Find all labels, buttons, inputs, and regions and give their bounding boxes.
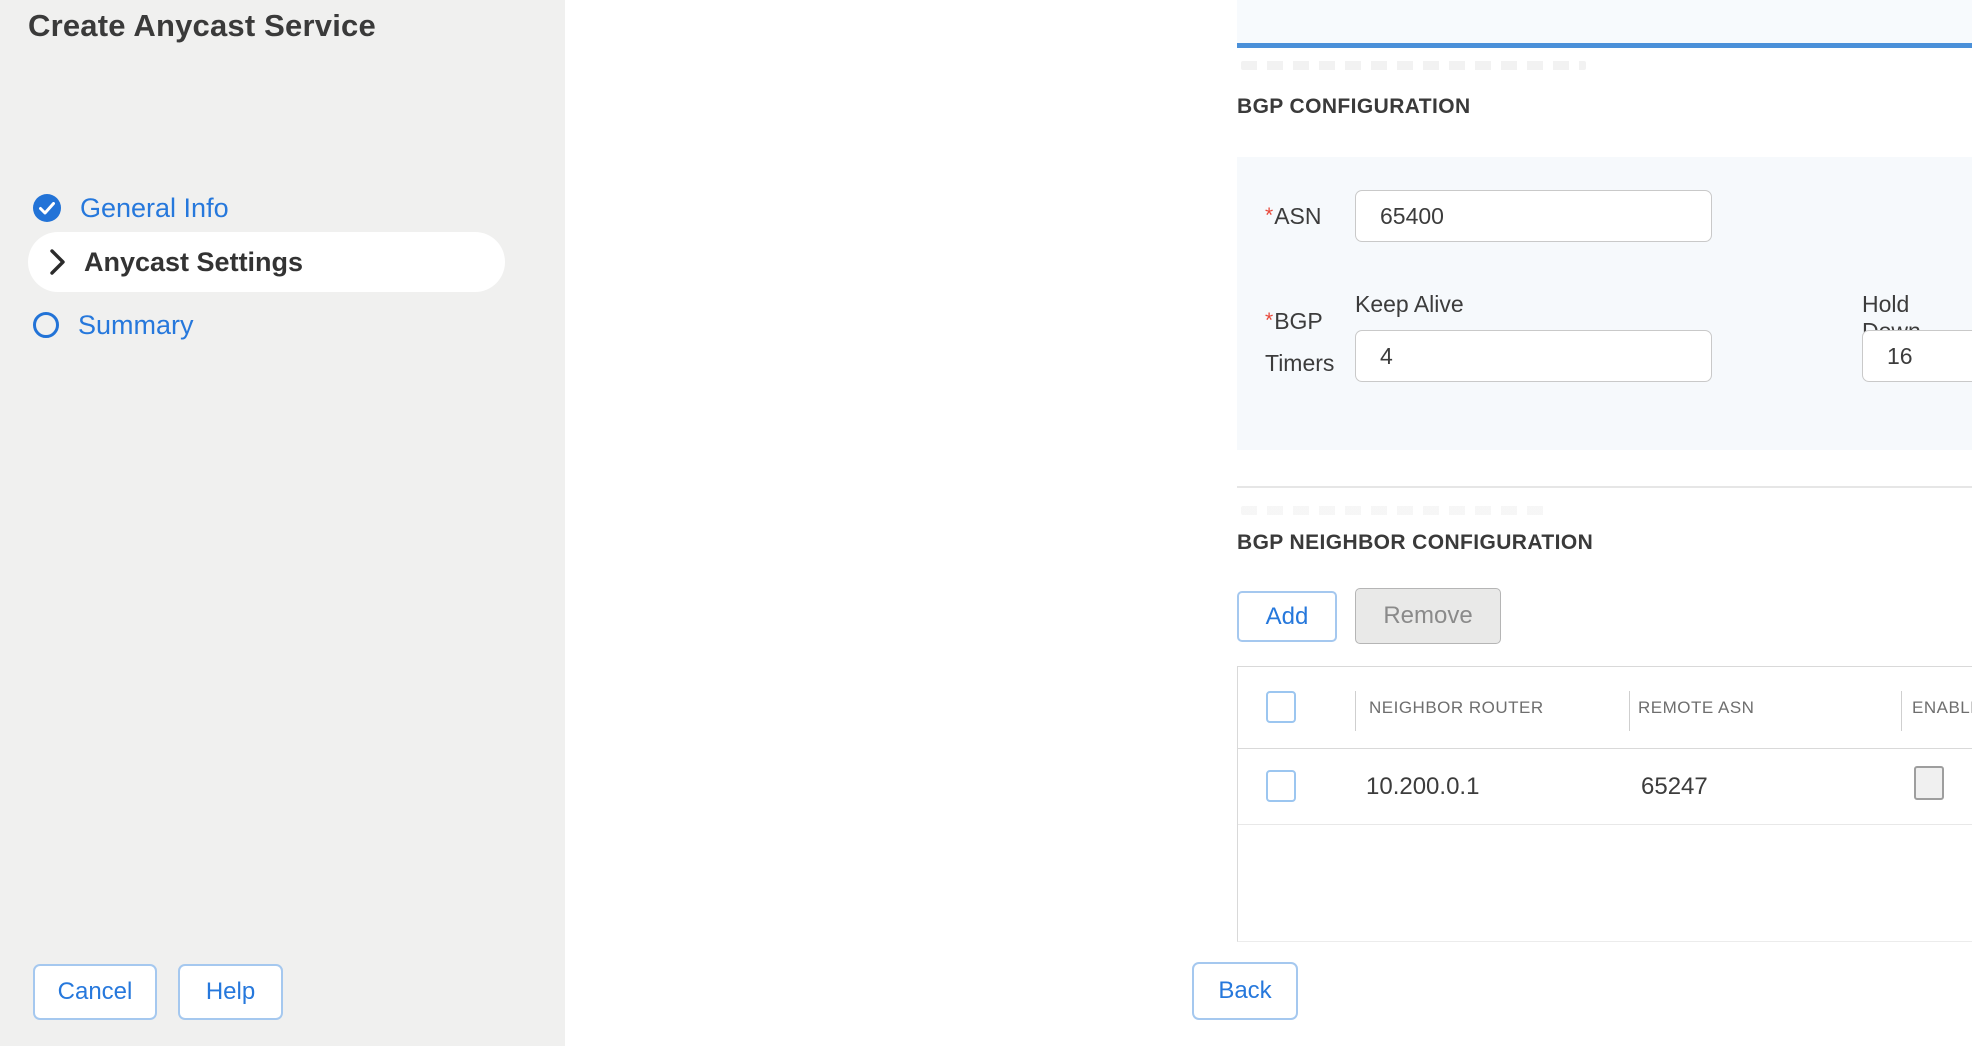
create-anycast-service-dialog: Create Anycast Service General Info Anyc… [0, 0, 1972, 1046]
column-separator [1629, 691, 1630, 731]
table-row: 10.200.0.1 65247 [1238, 749, 1972, 825]
remote-asn-cell: 65247 [1641, 749, 1708, 825]
step-general-info[interactable]: General Info [33, 188, 229, 228]
neighbor-router-cell: 10.200.0.1 [1366, 749, 1479, 825]
column-header-remote-asn: REMOTE ASN [1638, 667, 1754, 749]
bgp-timers-label: *BGPTimers [1265, 300, 1351, 384]
cancel-button[interactable]: Cancel [33, 964, 157, 1020]
step-label: Summary [78, 310, 194, 341]
step-complete-check-icon [33, 194, 61, 222]
ghost-text-artifact [1241, 506, 1551, 515]
table-header-row: NEIGHBOR ROUTER REMOTE ASN ENABLE MULTIH… [1238, 667, 1972, 749]
back-button[interactable]: Back [1192, 962, 1298, 1020]
enable-multihop-checkbox[interactable] [1914, 766, 1944, 800]
page-title: Create Anycast Service [28, 8, 376, 44]
section-top-blue-bar [1237, 43, 1972, 48]
ghost-text-artifact [1241, 61, 1586, 70]
bgp-neighbor-configuration-heading: BGP NEIGHBOR CONFIGURATION [1237, 531, 1593, 555]
step-summary[interactable]: Summary [33, 305, 194, 345]
column-header-enable-multihop: ENABLE MULTIHOP [1912, 667, 1972, 749]
select-all-checkbox[interactable] [1266, 691, 1296, 723]
section-divider [1237, 486, 1972, 488]
asn-label: *ASN [1265, 203, 1321, 230]
required-asterisk: * [1265, 204, 1273, 227]
anycast-settings-panel: BGP CONFIGURATION *ASN *BGPTimers Keep A… [565, 0, 1972, 1046]
keep-alive-input[interactable] [1355, 330, 1712, 382]
step-label: General Info [80, 193, 229, 224]
wizard-sidebar: Create Anycast Service General Info Anyc… [0, 0, 565, 1046]
help-button[interactable]: Help [178, 964, 283, 1020]
asn-input[interactable] [1355, 190, 1712, 242]
scrolled-section-strip [1237, 0, 1972, 43]
column-header-neighbor-router: NEIGHBOR ROUTER [1369, 667, 1544, 749]
step-pending-circle-icon [33, 312, 59, 338]
bgp-configuration-heading: BGP CONFIGURATION [1237, 95, 1471, 119]
remove-neighbor-button[interactable]: Remove [1355, 588, 1501, 644]
column-separator [1355, 691, 1356, 731]
required-asterisk: * [1265, 309, 1273, 332]
step-anycast-settings[interactable]: Anycast Settings [28, 232, 505, 292]
bgp-neighbor-table: NEIGHBOR ROUTER REMOTE ASN ENABLE MULTIH… [1237, 666, 1972, 942]
hold-down-input[interactable] [1862, 330, 1972, 382]
chevron-right-icon [46, 250, 70, 274]
keep-alive-label: Keep Alive [1355, 291, 1464, 318]
column-separator [1901, 691, 1902, 731]
row-select-checkbox[interactable] [1266, 770, 1296, 802]
add-neighbor-button[interactable]: Add [1237, 591, 1337, 642]
step-label: Anycast Settings [84, 247, 303, 278]
